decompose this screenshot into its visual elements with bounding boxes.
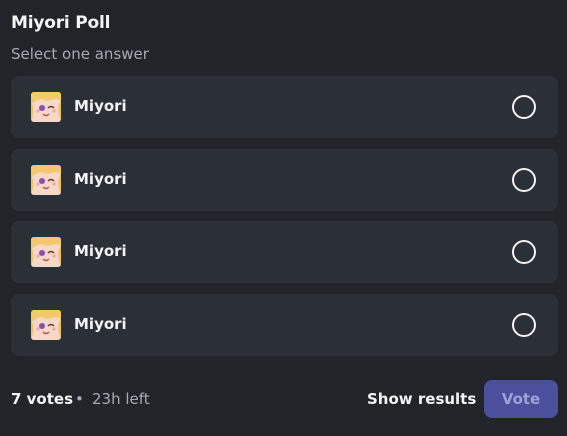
radio-button[interactable]: [512, 240, 536, 264]
poll-option-4[interactable]: Miyori: [11, 293, 558, 356]
show-results-button[interactable]: Show results: [367, 390, 476, 408]
poll-option-label: Miyori: [74, 97, 127, 115]
radio-button[interactable]: [512, 95, 536, 119]
poll-subtitle: Select one answer: [11, 45, 149, 63]
separator-dot: •: [75, 390, 84, 408]
radio-button[interactable]: [512, 167, 536, 192]
poll-option-3[interactable]: Miyori: [11, 221, 558, 283]
poll-option-label: Miyori: [74, 314, 127, 333]
miyori-avatar-icon: [31, 164, 61, 195]
poll-option-2[interactable]: Miyori: [11, 148, 558, 211]
poll-option-label: Miyori: [74, 242, 127, 260]
vote-button[interactable]: Vote: [484, 380, 558, 418]
radio-button[interactable]: [512, 312, 536, 337]
poll-option-1[interactable]: Miyori: [11, 76, 558, 138]
poll-options: Miyori Miyori Miyori Miyori: [11, 76, 558, 366]
miyori-avatar-icon: [31, 237, 61, 267]
time-left: 23h left: [92, 390, 150, 408]
poll-title: Miyori Poll: [11, 13, 111, 33]
vote-count: 7 votes: [11, 390, 74, 408]
poll-footer: 7 votes • 23h left Show results Vote: [11, 380, 558, 418]
miyori-avatar-icon: [31, 92, 61, 122]
poll-option-label: Miyori: [74, 169, 127, 188]
miyori-avatar-icon: [31, 309, 61, 340]
